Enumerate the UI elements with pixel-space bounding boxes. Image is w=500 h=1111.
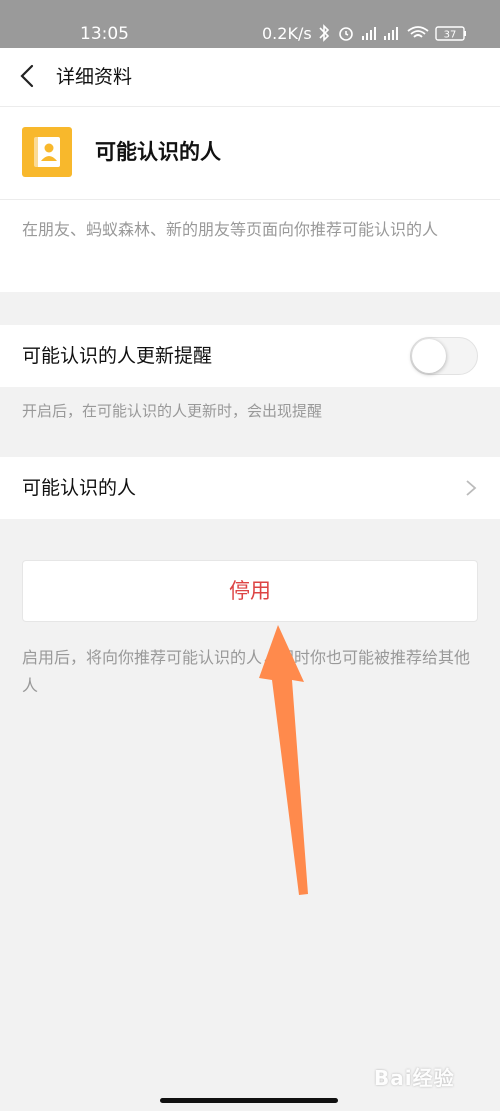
bluetooth-icon <box>319 24 330 42</box>
alarm-icon <box>339 27 353 41</box>
contact-book-icon <box>22 127 72 177</box>
update-reminder-hint: 开启后，在可能认识的人更新时，会出现提醒 <box>22 402 323 420</box>
watermark-logo: Bai经验 <box>374 1066 455 1090</box>
people-list-label: 可能认识的人 <box>22 477 137 499</box>
update-reminder-label: 可能认识的人更新提醒 <box>22 345 213 367</box>
status-time: 13:05 <box>80 24 129 44</box>
network-speed: 0.2K/s <box>262 24 312 43</box>
page-title: 详细资料 <box>56 66 133 88</box>
home-indicator <box>160 1098 338 1103</box>
status-bar: 13:05 0.2K/s 37 <box>0 0 500 48</box>
update-reminder-row[interactable]: 可能认识的人更新提醒 <box>0 325 500 387</box>
toggle-knob <box>412 339 446 373</box>
signal-hd-icon <box>362 27 376 40</box>
app-info-card: 可能认识的人 在朋友、蚂蚁森林、新的朋友等页面向你推荐可能认识的人 <box>0 107 500 292</box>
disable-hint: 启用后，将向你推荐可能认识的人，同时你也可能被推荐给其他人 <box>22 648 471 695</box>
battery-level: 37 <box>444 30 457 41</box>
people-list-row[interactable]: 可能认识的人 <box>0 457 500 519</box>
divider <box>0 199 500 200</box>
nav-bar: 详细资料 <box>0 48 500 107</box>
signal-hd-icon <box>384 27 398 40</box>
battery-icon: 37 <box>435 26 466 41</box>
update-reminder-toggle[interactable] <box>410 337 478 375</box>
chevron-left-icon[interactable] <box>16 62 40 90</box>
disable-button[interactable]: 停用 <box>22 560 478 622</box>
app-description: 在朋友、蚂蚁森林、新的朋友等页面向你推荐可能认识的人 <box>22 220 439 239</box>
chevron-right-icon <box>466 480 477 496</box>
wifi-icon <box>407 26 429 38</box>
app-name: 可能认识的人 <box>95 140 221 164</box>
status-icons: 37 <box>319 24 466 42</box>
